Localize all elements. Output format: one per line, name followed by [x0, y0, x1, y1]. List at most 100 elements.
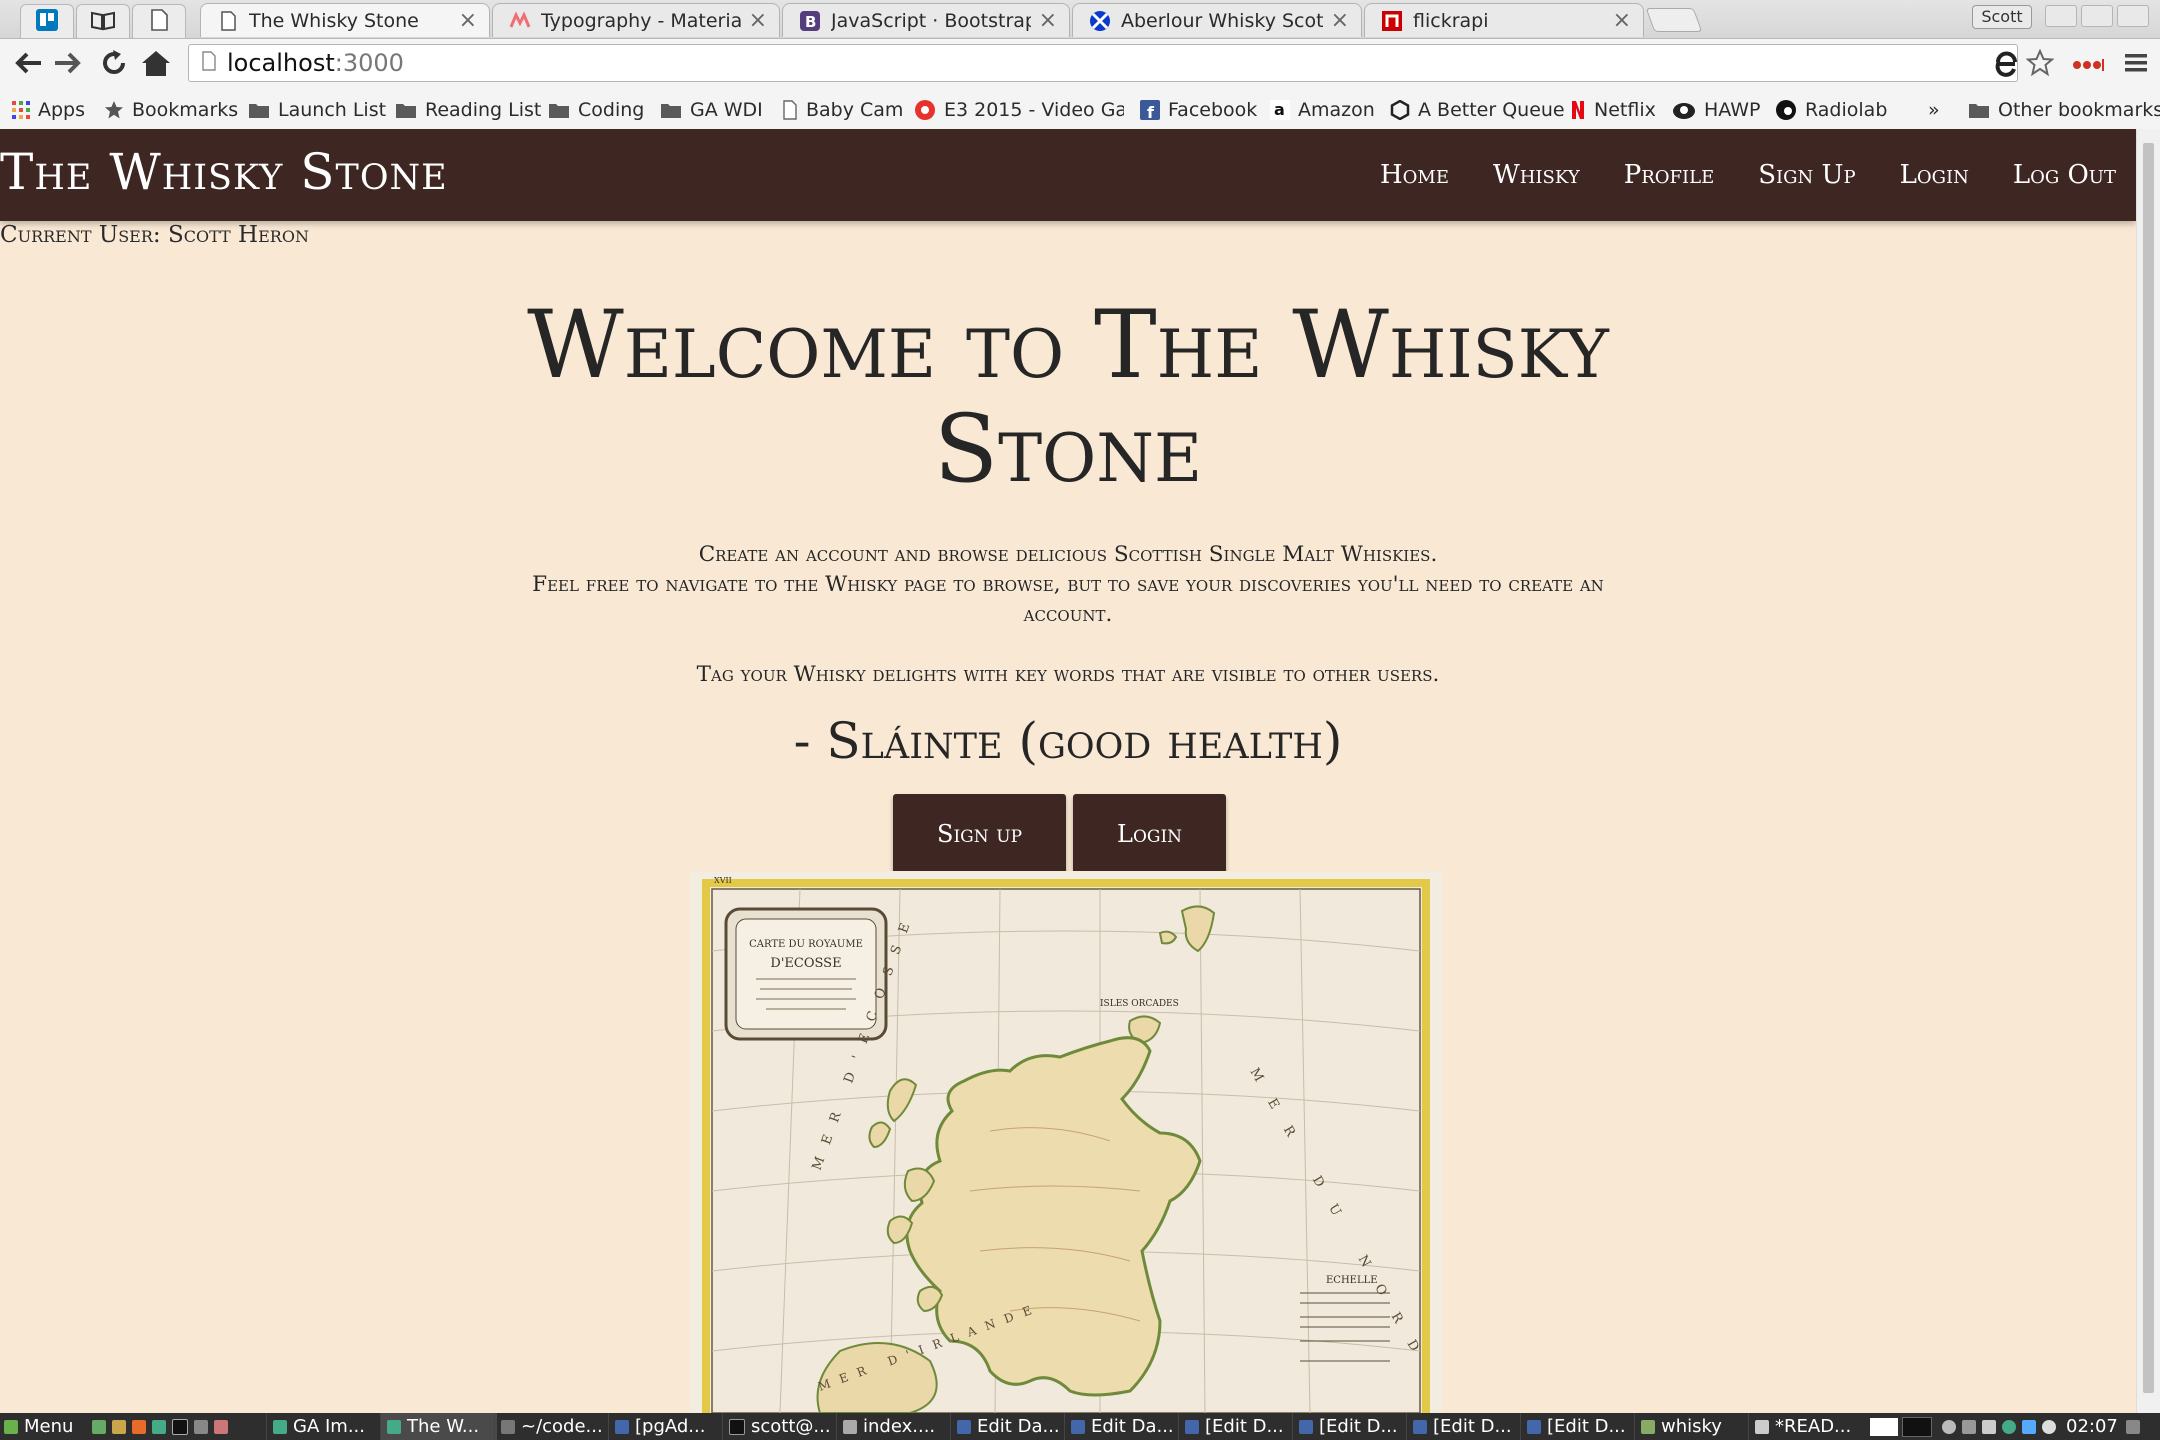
- flag-icon: [1089, 10, 1111, 32]
- bookmark-amazon[interactable]: a Amazon: [1270, 91, 1375, 129]
- tab-javascript-bootstrap[interactable]: B JavaScript · Bootstrap ×: [782, 3, 1070, 37]
- nav-link-login[interactable]: Login: [1900, 160, 1969, 190]
- bookmark-ga-wdi[interactable]: GA WDI: [660, 91, 763, 129]
- pen-icon[interactable]: [1962, 1419, 1976, 1434]
- reload-button[interactable]: [96, 47, 132, 83]
- taskbar-item-label: GA Im...: [293, 1416, 365, 1437]
- page-scrollbar[interactable]: [2136, 129, 2160, 1413]
- bookmark-baby-cam[interactable]: Baby Cam: [782, 91, 903, 129]
- bookmarks-overflow-button[interactable]: »: [1928, 91, 1940, 129]
- close-icon[interactable]: ×: [1613, 8, 1631, 33]
- svg-text:B: B: [805, 13, 816, 31]
- close-window-button[interactable]: [2117, 5, 2149, 27]
- network-icon[interactable]: [2042, 1419, 2056, 1434]
- bookmark-bookmarks[interactable]: Bookmarks: [104, 91, 238, 129]
- tab-the-whisky-stone[interactable]: The Whisky Stone ×: [200, 3, 490, 37]
- taskbar-item[interactable]: The W...: [380, 1413, 497, 1440]
- nav-link-sign-up[interactable]: Sign Up: [1758, 160, 1855, 190]
- maximize-button[interactable]: [2081, 5, 2113, 27]
- tab-flickrapi[interactable]: flickrapi ×: [1364, 3, 1644, 37]
- forward-button[interactable]: [50, 47, 86, 83]
- bookmark-label: Radiolab: [1805, 99, 1888, 121]
- login-button[interactable]: Login: [1073, 794, 1227, 874]
- taskbar-item[interactable]: ~/code...: [494, 1413, 611, 1440]
- lastpass-button[interactable]: [2070, 47, 2106, 83]
- nav-link-profile[interactable]: Profile: [1624, 160, 1715, 190]
- taskbar-item-label: Edit Da...: [1091, 1416, 1174, 1437]
- nav-link-log-out[interactable]: Log Out: [2013, 160, 2116, 190]
- tab-aberlour-whisky[interactable]: Aberlour Whisky Scotch S ×: [1072, 3, 1362, 37]
- taskbar-item[interactable]: [Edit D...: [1178, 1413, 1295, 1440]
- taskbar-item[interactable]: [Edit D...: [1292, 1413, 1409, 1440]
- back-button[interactable]: [10, 47, 46, 83]
- pinned-tab-document[interactable]: [132, 4, 186, 38]
- other-bookmarks[interactable]: Other bookmarks: [1968, 91, 2160, 129]
- close-icon[interactable]: ×: [459, 8, 477, 33]
- taskbar-item[interactable]: [Edit D...: [1520, 1413, 1637, 1440]
- bookmark-reading-list[interactable]: Reading List: [395, 91, 541, 129]
- home-button[interactable]: [138, 47, 174, 83]
- bookmark-a-better-queue[interactable]: A Better Queue: [1390, 91, 1565, 129]
- radiolab-icon: [1775, 99, 1797, 121]
- taskbar-item[interactable]: scott@...: [722, 1413, 839, 1440]
- bookmark-netflix[interactable]: Netflix: [1570, 91, 1656, 129]
- minimize-button[interactable]: [2045, 5, 2077, 27]
- bookmark-facebook[interactable]: f Facebook: [1140, 91, 1257, 129]
- start-menu-button[interactable]: Menu: [4, 1413, 73, 1440]
- taskbar-item[interactable]: Edit Da...: [1064, 1413, 1181, 1440]
- taskbar-item[interactable]: GA Im...: [266, 1413, 383, 1440]
- terminal-icon[interactable]: [172, 1418, 188, 1435]
- scrollbar-thumb[interactable]: [2143, 143, 2154, 1393]
- close-icon[interactable]: ×: [749, 8, 767, 33]
- user-icon[interactable]: [1942, 1419, 1956, 1434]
- sign-up-button[interactable]: Sign up: [893, 794, 1067, 874]
- cartouche-line: CARTE DU ROYAUME: [749, 939, 863, 950]
- nav-link-whisky[interactable]: Whisky: [1493, 160, 1580, 190]
- desktop-icon[interactable]: [92, 1419, 106, 1434]
- taskbar-item[interactable]: whisky: [1634, 1413, 1751, 1440]
- close-icon[interactable]: ×: [1331, 8, 1349, 33]
- bookmark-radiolab[interactable]: Radiolab: [1775, 91, 1887, 129]
- firefox-icon[interactable]: [132, 1419, 146, 1434]
- chrome-menu-button[interactable]: [2118, 47, 2154, 83]
- editor-icon[interactable]: [194, 1419, 208, 1434]
- close-icon[interactable]: ×: [1039, 8, 1057, 33]
- taskbar-item[interactable]: Edit Da...: [950, 1413, 1067, 1440]
- bookmark-label: Facebook: [1168, 99, 1258, 121]
- taskbar-item[interactable]: [Edit D...: [1406, 1413, 1523, 1440]
- chrome-tray-icon[interactable]: [2002, 1419, 2016, 1434]
- profile-button[interactable]: Scott: [1972, 5, 2032, 29]
- sublime-icon[interactable]: [214, 1419, 228, 1434]
- workspace-1-icon[interactable]: [1870, 1417, 1898, 1436]
- taskbar-item[interactable]: *READ...: [1748, 1413, 1865, 1440]
- new-tab-button[interactable]: [1645, 8, 1703, 32]
- files-icon[interactable]: [112, 1419, 126, 1434]
- bookmark-e3-2015[interactable]: E3 2015 - Video Gam: [914, 91, 1124, 129]
- taskbar-item-label: [Edit D...: [1433, 1416, 1512, 1437]
- pinned-tab-reader[interactable]: [76, 4, 130, 38]
- netflix-icon: [1570, 100, 1586, 120]
- apps-grid-icon: [12, 101, 30, 119]
- bookmark-launch-list[interactable]: Launch List: [248, 91, 386, 129]
- taskbar-item[interactable]: [pgAd...: [608, 1413, 725, 1440]
- clock[interactable]: 02:07: [2066, 1416, 2118, 1437]
- nav-link-home[interactable]: Home: [1380, 160, 1449, 190]
- workspace-2-icon[interactable]: [1902, 1416, 1932, 1437]
- chrome-icon[interactable]: [152, 1419, 166, 1434]
- site-navbar: The Whisky Stone Home Whisky Profile Sig…: [0, 129, 2136, 221]
- address-bar[interactable]: localhost:3000: [188, 44, 2018, 82]
- pinned-tab-trello[interactable]: [20, 4, 74, 38]
- bookmark-hawp[interactable]: HAWP: [1672, 91, 1761, 129]
- extension-button[interactable]: [1988, 47, 2024, 83]
- bookmark-star-button[interactable]: [2022, 47, 2058, 83]
- bookmark-apps[interactable]: Apps: [12, 91, 85, 129]
- show-desktop-icon[interactable]: [2125, 1419, 2140, 1434]
- shield-icon[interactable]: [2022, 1419, 2036, 1434]
- bookmark-coding[interactable]: Coding: [548, 91, 644, 129]
- svg-text:a: a: [1274, 100, 1285, 119]
- volume-icon[interactable]: [1982, 1419, 1996, 1434]
- taskbar-item[interactable]: index....: [836, 1413, 953, 1440]
- tab-typography-materialize[interactable]: Typography - Materialize ×: [492, 3, 780, 37]
- intro-text: Create an account and browse delicious S…: [500, 540, 1636, 690]
- site-brand-logo[interactable]: The Whisky Stone: [0, 143, 448, 201]
